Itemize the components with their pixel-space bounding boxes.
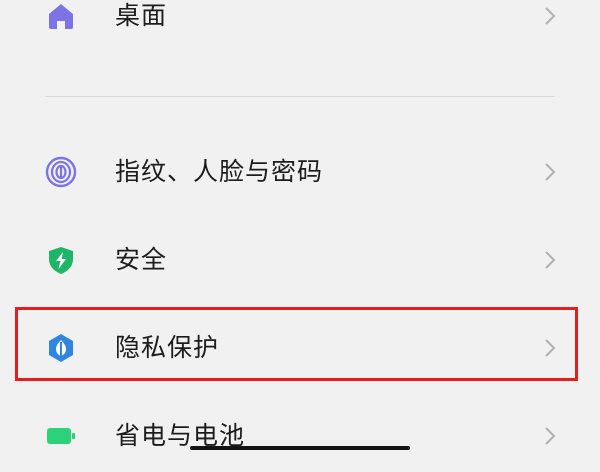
settings-item-privacy-protection[interactable]: 隐私保护	[0, 312, 600, 384]
settings-item-desktop[interactable]: 桌面	[0, 0, 600, 52]
chevron-right-icon	[540, 250, 560, 270]
settings-item-label: 安全	[115, 245, 168, 274]
settings-item-label: 桌面	[115, 1, 168, 30]
shield-bolt-icon	[45, 244, 77, 276]
chevron-right-icon	[540, 162, 560, 182]
chevron-right-icon	[540, 338, 560, 358]
chevron-right-icon	[540, 426, 560, 446]
privacy-shield-icon	[45, 332, 77, 364]
home-indicator[interactable]	[190, 446, 410, 450]
battery-icon	[45, 420, 77, 452]
home-icon	[45, 0, 77, 32]
settings-item-power-battery[interactable]: 省电与电池	[0, 400, 600, 472]
section-divider	[45, 96, 555, 97]
settings-item-fingerprint-face-password[interactable]: 指纹、人脸与密码	[0, 136, 600, 208]
settings-item-label: 隐私保护	[115, 333, 220, 362]
fingerprint-icon	[45, 156, 77, 188]
chevron-right-icon	[540, 6, 560, 26]
settings-item-label: 省电与电池	[115, 421, 246, 450]
settings-item-security[interactable]: 安全	[0, 224, 600, 296]
settings-item-label: 指纹、人脸与密码	[115, 157, 324, 186]
